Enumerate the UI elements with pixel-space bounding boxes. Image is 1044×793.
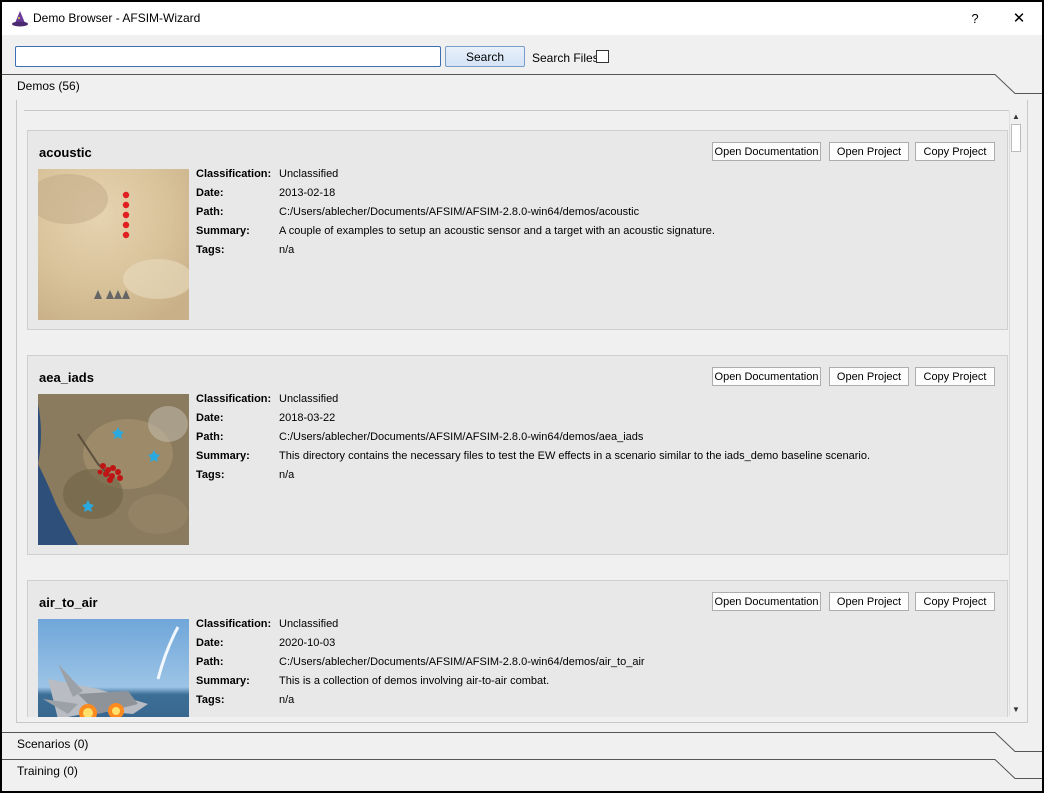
search-input[interactable] xyxy=(15,46,441,67)
classification-value: Unclassified xyxy=(279,393,339,405)
date-value: 2018-03-22 xyxy=(279,412,336,424)
demo-thumbnail xyxy=(38,394,189,545)
tags-label: Tags: xyxy=(196,694,225,706)
scroll-up-arrow-icon[interactable]: ▲ xyxy=(1010,111,1022,123)
scenarios-section-header[interactable]: Scenarios (0) xyxy=(2,731,1042,753)
demo-name: air_to_air xyxy=(39,595,98,610)
path-value: C:/Users/ablecher/Documents/AFSIM/AFSIM-… xyxy=(279,656,645,668)
path-value: C:/Users/ablecher/Documents/AFSIM/AFSIM-… xyxy=(279,431,644,443)
demo-list[interactable]: acoustic Open Documentation Open Project… xyxy=(24,110,1009,717)
open-documentation-button[interactable]: Open Documentation xyxy=(712,592,821,611)
tags-value: n/a xyxy=(279,469,295,481)
copy-project-button[interactable]: Copy Project xyxy=(915,592,995,611)
vertical-scrollbar[interactable]: ▲ ▼ xyxy=(1009,111,1022,716)
open-documentation-button[interactable]: Open Documentation xyxy=(712,367,821,386)
tags-label: Tags: xyxy=(196,469,225,481)
summary-label: Summary: xyxy=(196,675,250,687)
date-label: Date: xyxy=(196,412,224,424)
demo-thumbnail xyxy=(38,619,189,717)
date-label: Date: xyxy=(196,637,224,649)
title-bar: Demo Browser - AFSIM-Wizard ? ✕ xyxy=(2,2,1042,35)
demo-name: aea_iads xyxy=(39,370,94,385)
summary-label: Summary: xyxy=(196,225,250,237)
summary-label: Summary: xyxy=(196,450,250,462)
classification-label: Classification: xyxy=(196,168,272,180)
demos-section-header[interactable]: Demos (56) xyxy=(2,73,1042,95)
scroll-thumb[interactable] xyxy=(1011,124,1021,152)
classification-value: Unclassified xyxy=(279,618,339,630)
open-project-button[interactable]: Open Project xyxy=(829,592,909,611)
tags-value: n/a xyxy=(279,244,295,256)
summary-value: This directory contains the necessary fi… xyxy=(279,450,871,462)
open-project-button[interactable]: Open Project xyxy=(829,367,909,386)
wizard-hat-icon xyxy=(11,10,29,28)
demo-name: acoustic xyxy=(39,145,92,160)
date-value: 2020-10-03 xyxy=(279,637,336,649)
scroll-down-arrow-icon[interactable]: ▼ xyxy=(1010,704,1022,716)
scenarios-section-label: Scenarios (0) xyxy=(17,737,89,751)
demos-section-label: Demos (56) xyxy=(17,79,80,93)
search-files-checkbox[interactable] xyxy=(596,50,609,63)
section-tab-outline xyxy=(2,74,1042,94)
classification-label: Classification: xyxy=(196,618,272,630)
path-value: C:/Users/ablecher/Documents/AFSIM/AFSIM-… xyxy=(279,206,640,218)
copy-project-button[interactable]: Copy Project xyxy=(915,142,995,161)
help-button[interactable]: ? xyxy=(960,6,990,32)
classification-label: Classification: xyxy=(196,393,272,405)
demo-card-acoustic: acoustic Open Documentation Open Project… xyxy=(27,130,1008,330)
demo-thumbnail xyxy=(38,169,189,320)
path-label: Path: xyxy=(196,656,224,668)
window-title: Demo Browser - AFSIM-Wizard xyxy=(33,11,201,25)
training-section-header[interactable]: Training (0) xyxy=(2,758,1042,780)
demo-card-air-to-air: air_to_air Open Documentation Open Proje… xyxy=(27,580,1008,717)
path-label: Path: xyxy=(196,206,224,218)
classification-value: Unclassified xyxy=(279,168,339,180)
summary-value: A couple of examples to setup an acousti… xyxy=(279,225,715,237)
demo-browser-window: Demo Browser - AFSIM-Wizard ? ✕ Search S… xyxy=(0,0,1044,793)
copy-project-button[interactable]: Copy Project xyxy=(915,367,995,386)
date-value: 2013-02-18 xyxy=(279,187,336,199)
training-section-label: Training (0) xyxy=(17,764,78,778)
search-files-label: Search Files xyxy=(532,51,599,65)
summary-value: This is a collection of demos involving … xyxy=(279,675,550,687)
section-tab-outline xyxy=(2,759,1042,779)
close-button[interactable]: ✕ xyxy=(1004,6,1034,32)
open-project-button[interactable]: Open Project xyxy=(829,142,909,161)
search-button[interactable]: Search xyxy=(445,46,525,67)
path-label: Path: xyxy=(196,431,224,443)
open-documentation-button[interactable]: Open Documentation xyxy=(712,142,821,161)
date-label: Date: xyxy=(196,187,224,199)
tags-label: Tags: xyxy=(196,244,225,256)
section-tab-outline xyxy=(2,732,1042,752)
demo-card-aea-iads: aea_iads Open Documentation Open Project… xyxy=(27,355,1008,555)
tags-value: n/a xyxy=(279,694,295,706)
